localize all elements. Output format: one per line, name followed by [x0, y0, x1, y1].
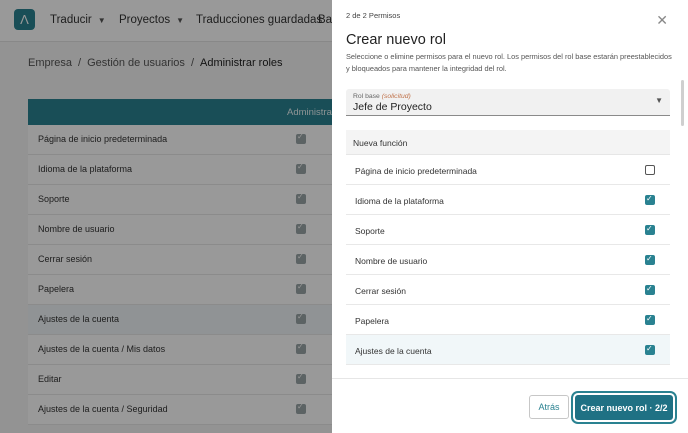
permission-row[interactable]: Idioma de la plataforma	[346, 185, 670, 215]
base-role-label: Rol base (solicitud)	[353, 93, 411, 100]
permission-row[interactable]: Soporte	[346, 215, 670, 245]
step-indicator: 2 de 2 Permisos	[346, 11, 401, 20]
permission-label: Ajustes de la cuenta	[355, 346, 432, 356]
drawer-footer: Atrás Crear nuevo rol · 2/2	[332, 378, 688, 433]
permission-label: Soporte	[355, 226, 385, 236]
permission-checkbox[interactable]	[645, 284, 655, 295]
permission-checkbox[interactable]	[645, 165, 655, 175]
base-role-label-text: Rol base	[353, 93, 380, 100]
caret-down-icon: ▼	[655, 96, 663, 105]
permission-row[interactable]: Nombre de usuario	[346, 245, 670, 275]
permission-row[interactable]: Ajustes de la cuenta	[346, 335, 670, 365]
permissions-header: Nueva función	[346, 130, 670, 155]
drawer-title: Crear nuevo rol	[346, 32, 446, 48]
permission-checkbox[interactable]	[645, 344, 655, 355]
permission-row[interactable]: Cerrar sesión	[346, 275, 670, 305]
back-button[interactable]: Atrás	[529, 395, 569, 419]
permission-label: Nombre de usuario	[355, 256, 428, 266]
permission-checkbox[interactable]	[645, 194, 655, 205]
permission-row[interactable]: Papelera	[346, 305, 670, 335]
permission-label: Página de inicio predeterminada	[355, 166, 477, 176]
base-role-select[interactable]: Rol base (solicitud) Jefe de Proyecto ▼	[346, 89, 670, 116]
permission-label: Cerrar sesión	[355, 286, 407, 296]
permissions-list: Nueva función Página de inicio predeterm…	[346, 130, 670, 365]
close-icon[interactable]: ✕	[656, 13, 668, 27]
drawer-description: Seleccione o elimine permisos para el nu…	[346, 52, 672, 73]
scrollbar[interactable]	[681, 80, 684, 126]
permission-checkbox[interactable]	[645, 314, 655, 325]
permission-row[interactable]: Página de inicio predeterminada	[346, 155, 670, 185]
permission-label: Papelera	[355, 316, 390, 326]
permission-checkbox[interactable]	[645, 224, 655, 235]
create-role-button[interactable]: Crear nuevo rol · 2/2	[575, 395, 673, 420]
base-role-value: Jefe de Proyecto	[353, 101, 432, 113]
create-role-drawer: 2 de 2 Permisos ✕ Crear nuevo rol Selecc…	[332, 0, 688, 433]
permission-label: Idioma de la plataforma	[355, 196, 444, 206]
permission-checkbox[interactable]	[645, 254, 655, 265]
base-role-hint: (solicitud)	[381, 93, 411, 100]
permissions-header-label: Nueva función	[353, 138, 408, 148]
